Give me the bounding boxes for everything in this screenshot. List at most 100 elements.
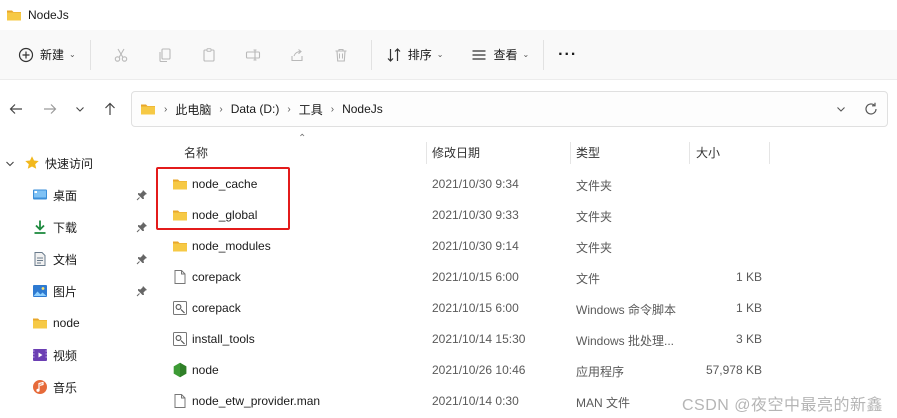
chevron-right-icon: › <box>287 103 291 115</box>
copy-icon <box>159 47 171 62</box>
file-row-node-modules[interactable]: node_modules 2021/10/30 9:14 文件夹 <box>160 231 897 262</box>
arrow-right-icon <box>44 104 57 114</box>
column-header-size[interactable]: 大小 <box>696 144 720 161</box>
file-icon <box>174 270 186 284</box>
file-modified: 2021/10/30 9:14 <box>432 239 519 253</box>
watermark: CSDN @夜空中最亮的新鑫 <box>681 397 883 414</box>
column-header-type[interactable]: 类型 <box>576 144 600 161</box>
file-size: 1 KB <box>735 301 762 315</box>
video-icon <box>33 349 47 361</box>
pin-icon[interactable] <box>136 285 148 297</box>
toolbar-divider <box>89 39 91 70</box>
address-bar[interactable]: › 此电脑 › Data (D:) › 工具 › NodeJs <box>131 91 888 127</box>
sidebar-item-label: 桌面 <box>53 188 78 203</box>
refresh-button[interactable] <box>863 101 879 120</box>
sidebar-item-node[interactable]: node <box>0 308 152 338</box>
command-bar: 新建 ⌄ 排序 ⌄ 查看 ⌄ ··· <box>0 30 897 80</box>
file-size: 3 KB <box>735 332 762 346</box>
download-icon <box>34 220 46 234</box>
sidebar-item-label: 下载 <box>53 220 78 235</box>
pin-icon[interactable] <box>136 189 148 201</box>
arrow-left-icon <box>9 104 22 114</box>
sidebar-item-label: 视频 <box>53 348 78 363</box>
paste-button[interactable] <box>187 39 231 71</box>
file-name: corepack <box>192 301 241 315</box>
column-header-name[interactable]: 名称 <box>184 144 208 161</box>
file-type: 文件 <box>576 272 601 286</box>
navigation-bar: › 此电脑 › Data (D:) › 工具 › NodeJs <box>0 80 897 138</box>
view-button[interactable]: 查看 ⌄ <box>465 39 535 71</box>
file-modified: 2021/10/30 9:33 <box>432 208 519 222</box>
column-divider[interactable] <box>426 142 427 164</box>
address-dropdown-button[interactable] <box>835 103 847 118</box>
file-row-install-tools[interactable]: install_tools 2021/10/14 15:30 Windows 批… <box>160 324 897 355</box>
breadcrumb-nodejs[interactable]: NodeJs <box>342 102 383 116</box>
breadcrumb-this-pc[interactable]: 此电脑 <box>175 101 211 118</box>
share-button[interactable] <box>275 39 319 71</box>
folder-icon <box>173 179 187 190</box>
sidebar-item-desktop[interactable]: 桌面 <box>0 180 152 210</box>
rename-button[interactable] <box>231 39 275 71</box>
file-type: 文件夹 <box>576 210 613 224</box>
file-row-corepack-cmd[interactable]: corepack 2021/10/15 6:00 Windows 命令脚本 1 … <box>160 293 897 324</box>
refresh-icon <box>865 102 877 115</box>
file-type: 文件夹 <box>576 241 613 255</box>
sidebar-item-label: node <box>53 316 80 330</box>
sidebar-quick-access[interactable]: 快速访问 <box>0 148 152 178</box>
pin-icon[interactable] <box>136 253 148 265</box>
sidebar-item-documents[interactable]: 文档 <box>0 244 152 274</box>
more-label: ··· <box>558 45 578 63</box>
chevron-down-icon: ⌄ <box>436 50 444 59</box>
column-divider[interactable] <box>689 142 690 164</box>
sidebar-item-pictures[interactable]: 图片 <box>0 276 152 306</box>
file-modified: 2021/10/14 15:30 <box>432 332 526 346</box>
sidebar-item-videos[interactable]: 视频 <box>0 340 152 370</box>
more-button[interactable]: ··· <box>552 39 583 71</box>
script-icon <box>173 332 187 346</box>
view-lines-icon <box>472 49 486 60</box>
breadcrumb-tools[interactable]: 工具 <box>299 101 323 118</box>
pin-icon[interactable] <box>136 221 148 233</box>
file-type: MAN 文件 <box>576 396 631 410</box>
nodejs-icon <box>173 362 187 378</box>
folder-icon <box>33 318 47 329</box>
file-name: node_etw_provider.man <box>192 394 321 408</box>
sidebar-item-label: 音乐 <box>53 380 78 395</box>
column-divider[interactable] <box>570 142 571 164</box>
delete-button[interactable] <box>319 39 363 71</box>
recent-locations-button[interactable] <box>70 99 90 119</box>
new-button[interactable]: 新建 ⌄ <box>12 39 82 71</box>
document-icon <box>34 252 46 266</box>
title-bar: NodeJs <box>0 0 897 30</box>
file-modified: 2021/10/15 6:00 <box>432 301 519 315</box>
file-row-node-global[interactable]: node_global 2021/10/30 9:33 文件夹 <box>160 200 897 231</box>
file-name: corepack <box>192 270 241 284</box>
scissors-icon <box>114 48 127 62</box>
file-row-node-cache[interactable]: node_cache 2021/10/30 9:34 文件夹 <box>160 169 897 200</box>
forward-button[interactable] <box>40 99 60 119</box>
toolbar-divider <box>370 39 372 70</box>
file-name: node_modules <box>192 239 271 253</box>
column-divider[interactable] <box>769 142 770 164</box>
music-icon <box>33 380 47 394</box>
sidebar-item-music[interactable]: 音乐 <box>0 372 152 402</box>
sort-label: 排序 <box>407 48 432 62</box>
column-header-modified[interactable]: 修改日期 <box>432 144 480 161</box>
up-button[interactable] <box>100 99 120 119</box>
trash-icon <box>335 48 347 62</box>
file-row-corepack[interactable]: corepack 2021/10/15 6:00 文件 1 KB <box>160 262 897 293</box>
chevron-right-icon: › <box>219 103 223 115</box>
chevron-right-icon: › <box>330 103 335 115</box>
star-icon <box>25 156 39 169</box>
file-row-node-exe[interactable]: node 2021/10/26 10:46 应用程序 57,978 KB <box>160 355 897 386</box>
back-button[interactable] <box>6 99 26 119</box>
copy-button[interactable] <box>143 39 187 71</box>
toolbar-divider <box>543 39 545 70</box>
sidebar-item-downloads[interactable]: 下载 <box>0 212 152 242</box>
breadcrumb-drive[interactable]: Data (D:) <box>231 102 280 116</box>
chevron-down-icon <box>76 107 84 112</box>
cut-button[interactable] <box>99 39 143 71</box>
sort-button[interactable]: 排序 ⌄ <box>380 39 450 71</box>
script-icon <box>173 301 187 315</box>
chevron-down-icon[interactable] <box>5 158 15 172</box>
